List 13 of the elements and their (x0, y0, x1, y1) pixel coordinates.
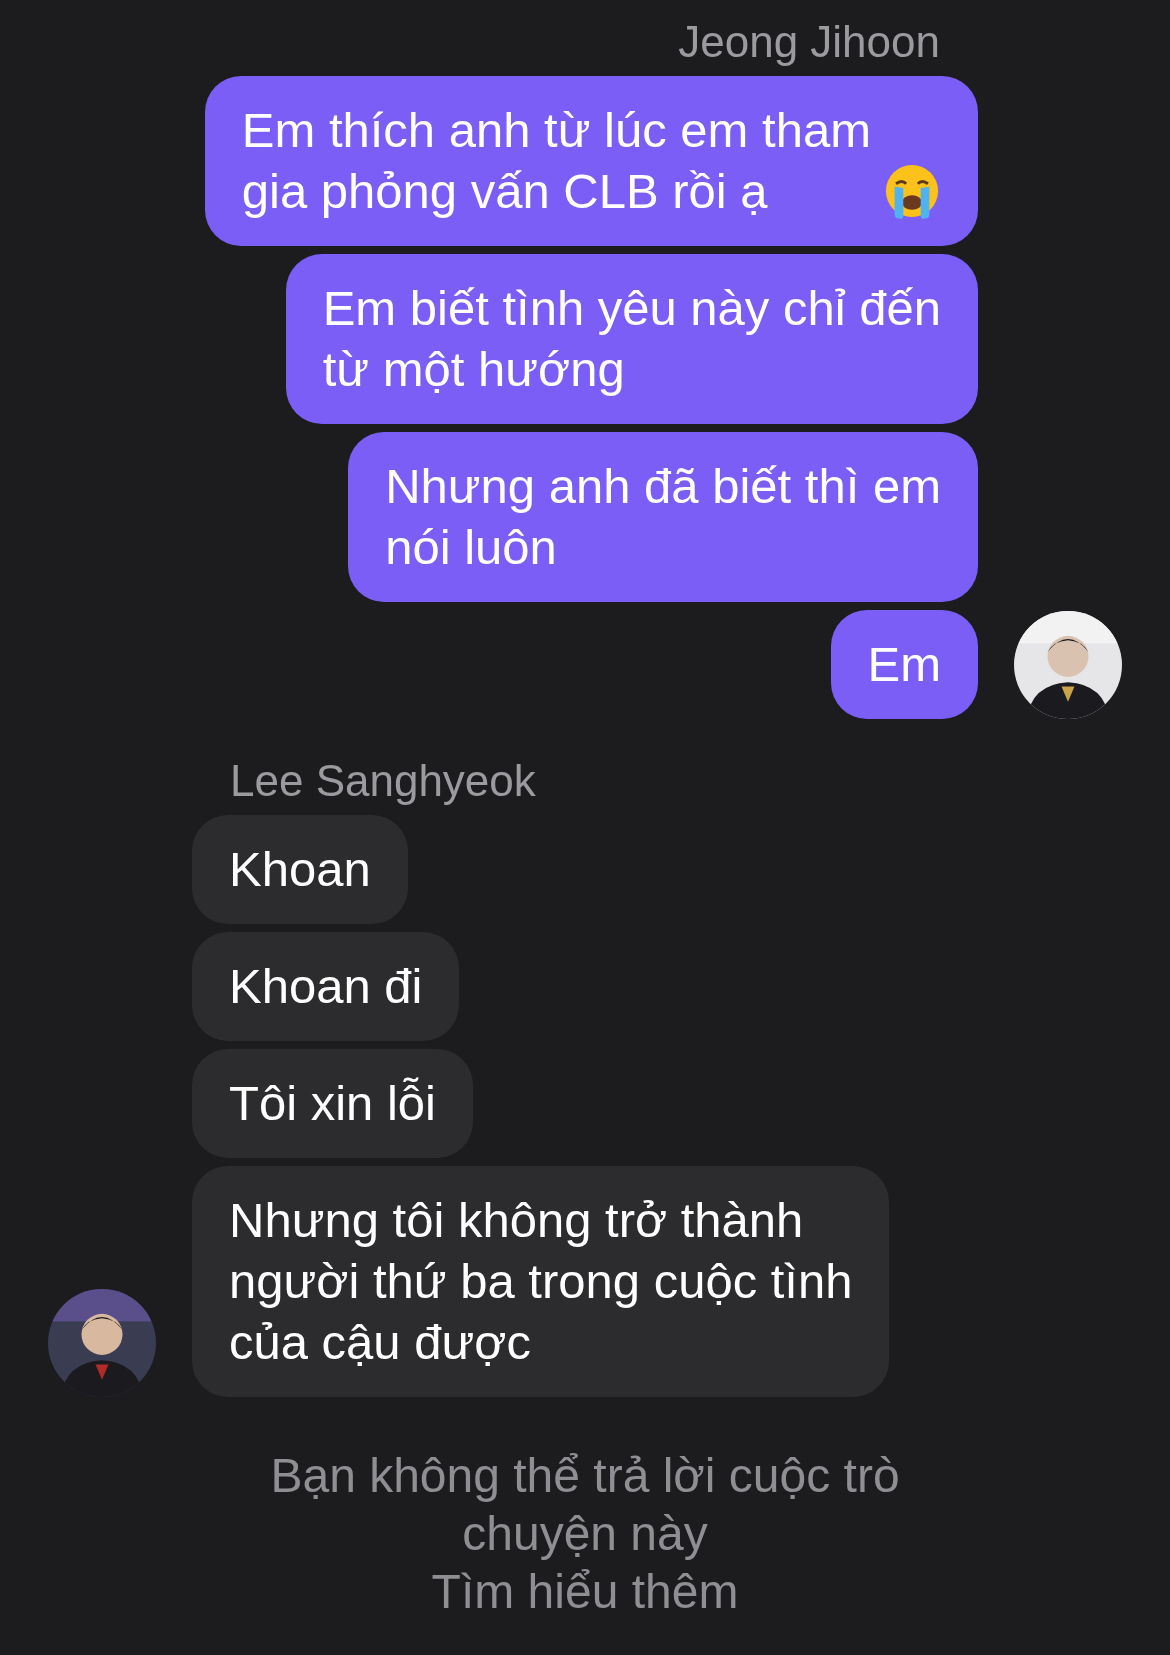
message-text: Nhưng tôi không trở thành người thứ ba trong cuộc tình của cậu được (229, 1192, 853, 1371)
notice-text: Bạn không thể trả lời cuộc trò chuyện này (270, 1448, 900, 1562)
message-text: Tôi xin lỗi (229, 1075, 436, 1132)
message-text: Em biết tình yêu này chỉ đến từ một hướng (322, 280, 941, 398)
message-text: Khoan (229, 841, 371, 898)
sender-name: Jeong Jihoon (678, 18, 940, 66)
message-text: Em thích anh từ lúc em tham gia phỏng vấn CLB rồi ạ (241, 102, 871, 220)
crying-emoji-icon (883, 162, 941, 220)
message-text: Nhưng anh đã biết thì em nói luôn (385, 458, 941, 576)
message-text: Em (867, 636, 941, 693)
message-text: Khoan đi (229, 958, 423, 1015)
learn-more-link[interactable]: Tìm hiểu thêm (431, 1563, 739, 1621)
sender-name: Lee Sanghyeok (230, 757, 536, 805)
